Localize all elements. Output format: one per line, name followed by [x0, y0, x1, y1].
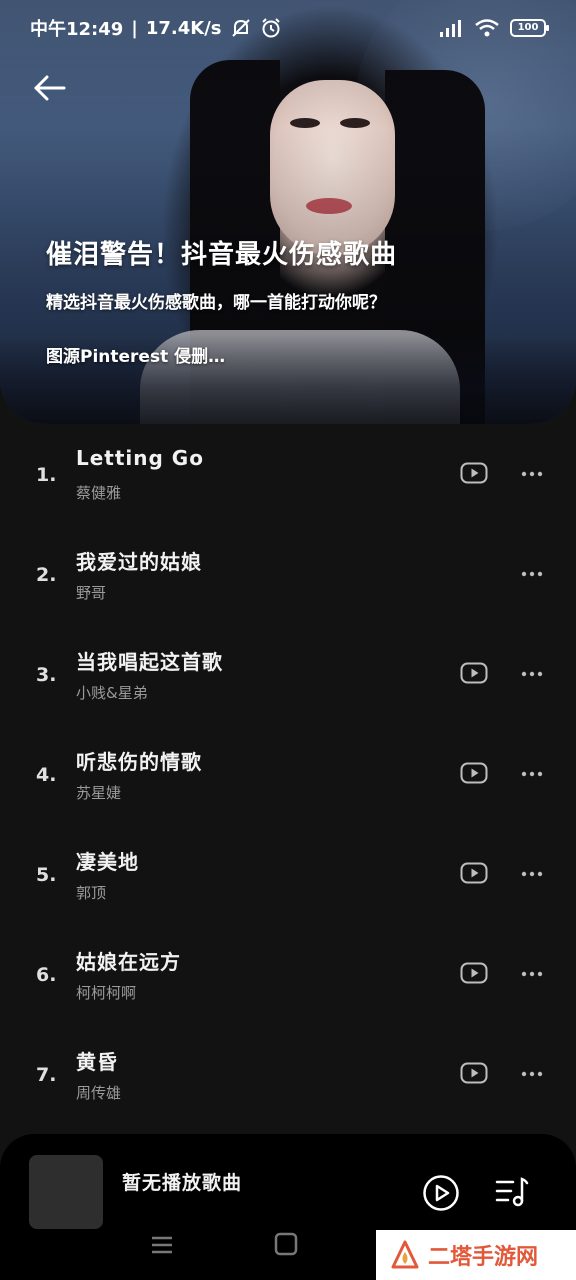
song-artist[interactable]: 小贱&星弟	[76, 682, 148, 703]
play-circle-icon	[423, 1175, 459, 1211]
song-title[interactable]: 黄昏	[76, 1046, 118, 1075]
song-index: 4.	[36, 764, 57, 786]
network-speed: 17.4K/s	[145, 17, 222, 39]
status-separator: |	[131, 17, 138, 39]
more-dots-icon[interactable]	[520, 664, 544, 684]
song-row[interactable]: 2. 我爱过的姑娘野哥	[0, 540, 576, 640]
flame-logo-icon	[391, 1240, 419, 1269]
song-title[interactable]: 当我唱起这首歌	[76, 646, 223, 675]
video-play-icon[interactable]	[460, 962, 488, 984]
song-title[interactable]: 姑娘在远方	[76, 946, 181, 975]
song-artist[interactable]: 苏星婕	[76, 782, 121, 803]
song-row[interactable]: 3. 当我唱起这首歌小贱&星弟	[0, 640, 576, 740]
wifi-icon	[475, 19, 499, 37]
arrow-left-icon	[34, 75, 66, 101]
song-artist[interactable]: 柯柯柯啊	[76, 982, 136, 1003]
video-play-icon[interactable]	[460, 862, 488, 884]
playlist-description[interactable]: 精选抖音最火伤感歌曲，哪一首能打动你呢？	[46, 288, 386, 313]
play-button[interactable]	[422, 1174, 460, 1212]
video-play-icon[interactable]	[460, 462, 488, 484]
song-title[interactable]: 我爱过的姑娘	[76, 546, 202, 575]
song-title[interactable]: 凄美地	[76, 846, 139, 875]
more-dots-icon[interactable]	[520, 464, 544, 484]
watermark: 二塔手游网	[376, 1230, 576, 1280]
signal-icon	[440, 20, 461, 37]
menu-icon	[152, 1236, 172, 1254]
song-list: 1. Letting Go 蔡健雅 2. 我爱过的姑娘野哥 3. 当我唱起这首歌小贱&星弟 4…	[0, 440, 576, 1140]
song-index: 6.	[36, 964, 57, 986]
song-index: 5.	[36, 864, 57, 886]
playlist-credit[interactable]: 图源Pinterest 侵删…	[46, 342, 225, 367]
song-index: 2.	[36, 564, 57, 586]
song-index: 1.	[36, 464, 57, 486]
song-index: 7.	[36, 1064, 57, 1086]
status-time: 中午12:49	[30, 19, 124, 40]
video-play-icon[interactable]	[460, 762, 488, 784]
song-artist[interactable]: 郭顶	[76, 882, 106, 903]
now-playing-cover[interactable]	[29, 1155, 103, 1229]
song-row[interactable]: 4. 听悲伤的情歌苏星婕	[0, 740, 576, 840]
now-playing-title[interactable]: 暂无播放歌曲	[122, 1168, 242, 1195]
song-row[interactable]: 1. Letting Go 蔡健雅	[0, 440, 576, 540]
song-index: 3.	[36, 664, 57, 686]
more-dots-icon[interactable]	[520, 864, 544, 884]
square-icon	[274, 1232, 298, 1256]
more-dots-icon[interactable]	[520, 764, 544, 784]
song-title[interactable]: Letting Go	[76, 446, 204, 470]
song-row[interactable]: 7. 黄昏周传雄	[0, 1040, 576, 1140]
song-row[interactable]: 5. 凄美地郭顶	[0, 840, 576, 940]
song-row[interactable]: 6. 姑娘在远方柯柯柯啊	[0, 940, 576, 1040]
alarm-icon	[261, 18, 280, 38]
playlist-title: 催泪警告！抖音最火伤感歌曲	[46, 240, 398, 270]
song-artist[interactable]: 野哥	[76, 582, 106, 603]
battery-level: 100	[517, 22, 539, 33]
watermark-text: 二塔手游网	[428, 1245, 539, 1270]
playlist-queue-button[interactable]	[494, 1174, 530, 1210]
song-title[interactable]: 听悲伤的情歌	[76, 746, 202, 775]
song-artist[interactable]: 蔡健雅	[76, 482, 121, 503]
playlist-icon	[495, 1177, 529, 1207]
more-dots-icon[interactable]	[520, 964, 544, 984]
video-play-icon[interactable]	[460, 1062, 488, 1084]
song-artist[interactable]: 周传雄	[76, 1082, 121, 1103]
more-dots-icon[interactable]	[520, 564, 544, 584]
recent-apps-button[interactable]	[150, 1234, 174, 1256]
back-button[interactable]	[30, 70, 70, 106]
home-button[interactable]	[274, 1232, 298, 1256]
battery-icon: 100	[510, 19, 549, 37]
more-dots-icon[interactable]	[520, 1064, 544, 1084]
status-bar: 中午12:49 | 17.4K/s 100	[0, 0, 576, 56]
video-play-icon[interactable]	[460, 662, 488, 684]
mute-icon	[231, 19, 250, 37]
